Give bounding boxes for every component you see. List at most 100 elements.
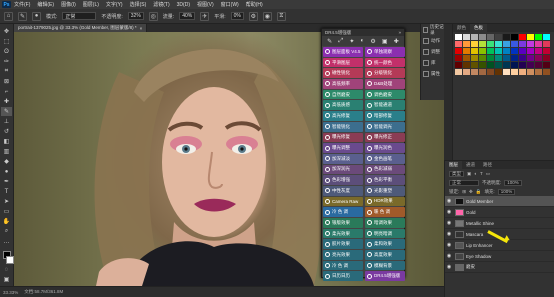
color-swatch[interactable] bbox=[535, 62, 542, 68]
move-tool-icon[interactable]: ✥ bbox=[1, 27, 12, 36]
color-swatch[interactable] bbox=[527, 41, 534, 47]
filter-shape-icon[interactable]: ▭ bbox=[486, 171, 490, 177]
menu-item-3[interactable]: 图层(L) bbox=[83, 1, 99, 8]
gradient-tool-icon[interactable]: ▥ bbox=[1, 147, 12, 156]
plugin-button[interactable]: 智能锐化 bbox=[323, 121, 363, 132]
plugin-tool-icon-6[interactable]: ✚ bbox=[394, 38, 399, 45]
color-swatch[interactable] bbox=[455, 62, 462, 68]
visibility-eye-icon[interactable]: ◉ bbox=[445, 253, 453, 259]
plugin-button[interactable]: 银版效果 bbox=[323, 218, 363, 228]
visibility-eye-icon[interactable]: ◉ bbox=[445, 242, 453, 248]
tab-channels[interactable]: 通道 bbox=[462, 161, 479, 169]
fill-field[interactable]: 100% bbox=[497, 188, 516, 195]
tab-swatches[interactable]: 色板 bbox=[470, 24, 487, 32]
color-swatch[interactable] bbox=[479, 55, 486, 61]
plugin-button[interactable]: 明亮暗调 bbox=[365, 228, 405, 239]
eyedropper-tool-icon[interactable]: ⌐ bbox=[1, 87, 12, 96]
color-swatch[interactable] bbox=[511, 55, 518, 61]
plugin-button[interactable]: 中性灰度 bbox=[323, 185, 363, 196]
plugin-title-bar[interactable]: DR4.5增强版 » bbox=[322, 29, 404, 36]
plugin-button[interactable]: 加深润光 bbox=[323, 164, 363, 175]
color-swatch[interactable] bbox=[511, 34, 518, 40]
color-swatch[interactable] bbox=[543, 55, 550, 61]
menu-item-6[interactable]: 滤镜(T) bbox=[153, 1, 169, 8]
color-swatch[interactable] bbox=[479, 48, 486, 54]
lock-pixels-icon[interactable]: ⊞ bbox=[462, 189, 466, 195]
screen-mode-icon[interactable]: ▣ bbox=[1, 275, 12, 284]
color-swatch[interactable] bbox=[519, 48, 526, 54]
color-swatch[interactable] bbox=[471, 48, 478, 54]
color-swatch[interactable] bbox=[527, 69, 534, 75]
filter-pixel-icon[interactable]: ▣ bbox=[467, 171, 471, 177]
color-swatch[interactable] bbox=[495, 62, 502, 68]
plugin-button[interactable]: 高光修复 bbox=[323, 111, 363, 121]
zoom-level[interactable]: 33.33% bbox=[3, 290, 18, 295]
plugin-button[interactable]: 色彩减弱 bbox=[365, 164, 405, 175]
color-swatch[interactable] bbox=[503, 48, 510, 54]
plugin-button[interactable]: Camera Raw bbox=[323, 196, 363, 207]
plugin-button[interactable]: 曝光修复 bbox=[323, 132, 363, 143]
color-swatch[interactable] bbox=[519, 69, 526, 75]
plugin-tool-icon-1[interactable]: ⤢ bbox=[338, 38, 343, 45]
airbrush-icon[interactable]: ✈ bbox=[200, 11, 210, 21]
plugin-button[interactable]: 平滑图层 bbox=[323, 57, 363, 68]
color-swatch[interactable] bbox=[503, 55, 510, 61]
crop-tool-icon[interactable]: ⌗ bbox=[1, 67, 12, 76]
clone-stamp-tool-icon[interactable]: ⊥ bbox=[1, 117, 12, 126]
dodge-tool-icon[interactable]: ● bbox=[1, 167, 12, 176]
color-swatch[interactable] bbox=[543, 62, 550, 68]
menu-item-4[interactable]: 文字(Y) bbox=[106, 1, 123, 8]
color-swatch[interactable] bbox=[487, 34, 494, 40]
menu-item-0[interactable]: 文件(F) bbox=[14, 1, 30, 8]
menu-item-5[interactable]: 选择(S) bbox=[130, 1, 147, 8]
plugin-button[interactable]: 暗调效果 bbox=[365, 218, 405, 228]
color-swatch[interactable] bbox=[519, 55, 526, 61]
color-swatch[interactable] bbox=[519, 41, 526, 47]
layer-row[interactable]: ◉ Gold bbox=[445, 207, 554, 218]
color-swatch[interactable] bbox=[455, 48, 462, 54]
more-tools-icon[interactable]: … bbox=[1, 237, 12, 246]
plugin-button[interactable]: 光影重塑 bbox=[365, 185, 405, 196]
plugin-button[interactable]: 高低质感 bbox=[323, 100, 363, 111]
plugin-tool-icon-3[interactable]: ◐ bbox=[361, 38, 365, 44]
color-swatch[interactable] bbox=[463, 34, 470, 40]
color-swatch[interactable] bbox=[527, 34, 534, 40]
layer-row[interactable]: ◉ Metallic Shine bbox=[445, 218, 554, 229]
color-swatch[interactable] bbox=[487, 69, 494, 75]
plugin-button[interactable]: 统一颜色 bbox=[365, 57, 405, 68]
menu-item-8[interactable]: 视图(V) bbox=[197, 1, 214, 8]
layer-row[interactable]: ◉ Gold Member bbox=[445, 196, 554, 207]
plugin-button[interactable]: HDR效果 bbox=[365, 196, 405, 207]
lock-position-icon[interactable]: ✥ bbox=[469, 189, 473, 195]
color-swatch[interactable] bbox=[527, 55, 534, 61]
plugin-button[interactable]: 磁性锐化 bbox=[323, 68, 363, 79]
frame-tool-icon[interactable]: ⊠ bbox=[1, 77, 12, 86]
plugin-button[interactable]: 调色磨皮 bbox=[365, 89, 405, 100]
pressure-size-icon[interactable]: ◉ bbox=[262, 11, 272, 21]
plugin-button[interactable]: 冷 色 调 bbox=[323, 260, 363, 271]
color-swatch[interactable] bbox=[479, 62, 486, 68]
marquee-tool-icon[interactable]: ⬚ bbox=[1, 37, 12, 46]
eraser-tool-icon[interactable]: ◧ bbox=[1, 137, 12, 146]
plugin-tool-icon-0[interactable]: ✎ bbox=[327, 38, 332, 45]
plugin-button[interactable]: 模糊背景 bbox=[365, 260, 405, 271]
quick-select-tool-icon[interactable]: ✑ bbox=[1, 57, 12, 66]
plugin-button[interactable]: 自然磨皮 bbox=[323, 89, 363, 100]
filter-adjust-icon[interactable]: ◐ bbox=[474, 171, 477, 176]
plugin-button[interactable]: 曝光修正 bbox=[365, 132, 405, 143]
home-icon[interactable]: ⌂ bbox=[4, 11, 13, 21]
color-swatch[interactable] bbox=[535, 69, 542, 75]
blur-tool-icon[interactable]: ◆ bbox=[1, 157, 12, 166]
color-swatch[interactable] bbox=[455, 69, 462, 75]
color-swatch[interactable] bbox=[479, 41, 486, 47]
plugin-button[interactable]: 色彩平衡 bbox=[365, 175, 405, 185]
tab-paths[interactable]: 路径 bbox=[479, 161, 496, 169]
brush-preset-icon[interactable]: ● bbox=[32, 11, 41, 21]
color-swatch[interactable] bbox=[543, 34, 550, 40]
color-swatch[interactable] bbox=[463, 69, 470, 75]
plugin-button[interactable]: 高度效果 bbox=[365, 250, 405, 260]
smoothing-field[interactable]: 0% bbox=[230, 12, 244, 20]
collapse-icon[interactable]: » bbox=[398, 30, 401, 35]
visibility-eye-icon[interactable]: ◉ bbox=[445, 198, 453, 204]
layer-row[interactable]: ◉ 磨皮 bbox=[445, 262, 554, 273]
